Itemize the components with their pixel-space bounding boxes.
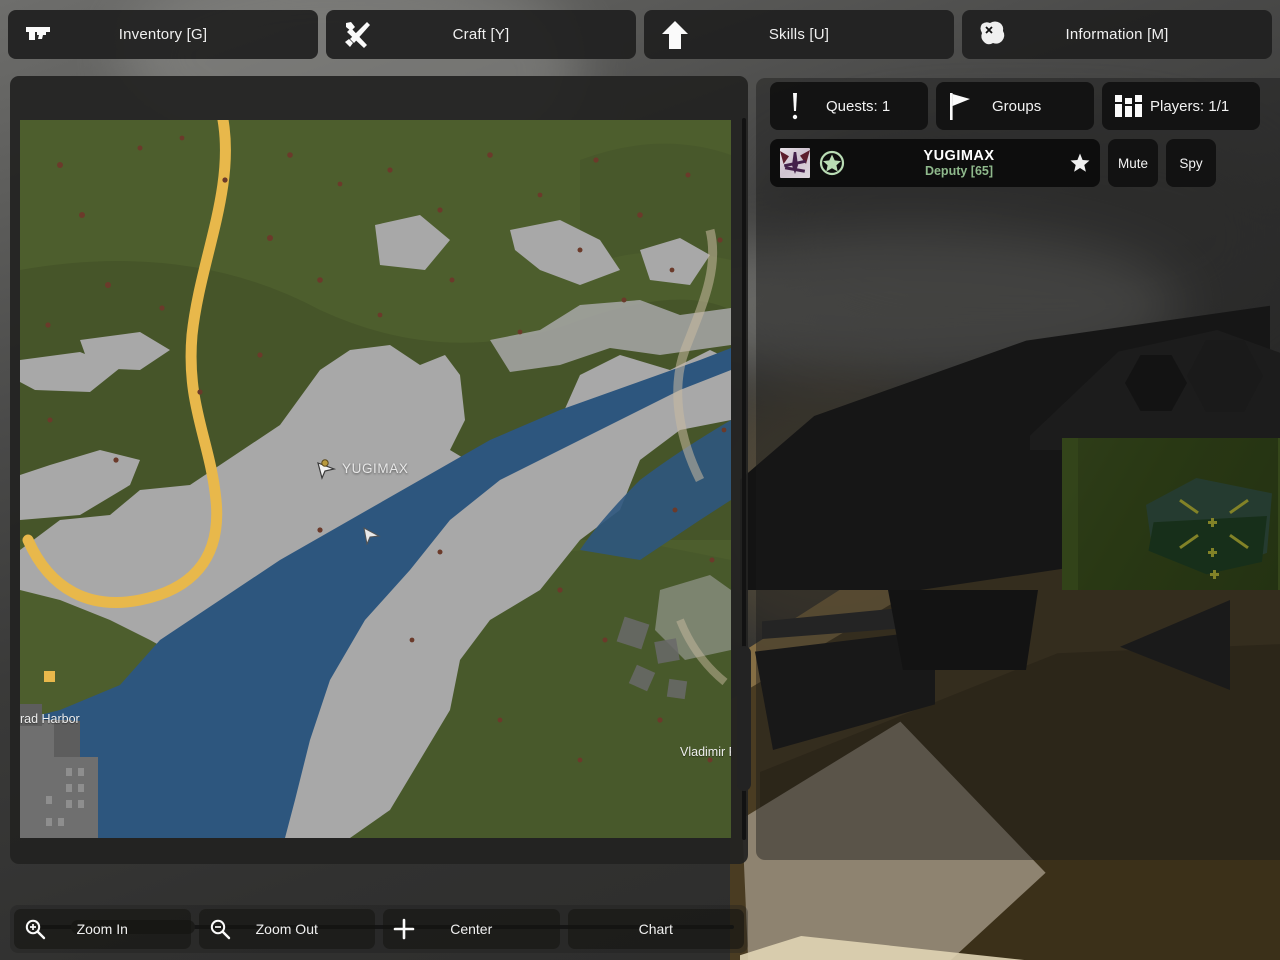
star-icon[interactable] [1068, 151, 1092, 175]
nav-button-craft[interactable]: Craft [Y] [326, 10, 636, 59]
groups-button[interactable]: Groups [936, 82, 1094, 130]
spy-button[interactable]: Spy [1166, 139, 1216, 187]
top-navigation-bar: Inventory [G] Craft [Y] Skills [U] Infor… [0, 0, 1280, 70]
quests-button[interactable]: Quests: 1 [770, 82, 928, 130]
zoom-in-icon [24, 918, 46, 940]
map-terrain [20, 120, 731, 838]
flag-icon [946, 91, 976, 121]
social-panel: Quests: 1 Groups Players: 1/1 YUGIMAX De… [756, 78, 1280, 860]
quests-label: Quests: 1 [826, 97, 891, 115]
exclamation-icon [780, 91, 810, 121]
map-panel: YUGIMAX grad Harbor Vladimir Fa [10, 76, 748, 934]
player-info: YUGIMAX Deputy [65] [846, 148, 1072, 178]
zoom-out-icon [209, 918, 231, 940]
scroll-icon [976, 18, 1010, 52]
map-viewport[interactable]: YUGIMAX grad Harbor Vladimir Fa [20, 120, 731, 838]
mute-button[interactable]: Mute [1108, 139, 1158, 187]
nav-button-information[interactable]: Information [M] [962, 10, 1272, 59]
map-vertical-scroll-thumb[interactable] [737, 646, 751, 791]
map-vertical-scrollbar[interactable] [737, 118, 751, 840]
zoom-out-button[interactable]: Zoom Out [198, 909, 375, 949]
map-secondary-marker[interactable] [361, 525, 381, 546]
map-toolbar: Zoom In Zoom Out Center Chart [10, 905, 748, 953]
map-player-marker[interactable] [315, 458, 337, 480]
nav-button-inventory[interactable]: Inventory [G] [8, 10, 318, 59]
zoom-in-button[interactable]: Zoom In [14, 909, 191, 949]
players-label: Players: 1/1 [1150, 97, 1230, 115]
spy-label: Spy [1179, 155, 1203, 171]
player-list-item[interactable]: YUGIMAX Deputy [65] [770, 139, 1100, 187]
people-icon [1114, 91, 1144, 121]
plus-icon [393, 918, 415, 940]
mute-label: Mute [1117, 155, 1148, 171]
groups-label: Groups [992, 97, 1042, 115]
star-circle-badge-icon [818, 149, 846, 177]
up-arrow-icon [658, 18, 692, 52]
player-list: YUGIMAX Deputy [65] Mute Spy [770, 139, 1216, 187]
nav-button-skills[interactable]: Skills [U] [644, 10, 954, 59]
game-screen: Inventory [G] Craft [Y] Skills [U] Infor… [0, 0, 1280, 960]
chart-label: Chart [638, 921, 673, 937]
status-chip-bar: Quests: 1 Groups Players: 1/1 [770, 82, 1260, 130]
player-name: YUGIMAX [923, 147, 995, 164]
map-player-name-label: YUGIMAX [342, 461, 409, 476]
player-rank: Deputy [65] [924, 164, 994, 179]
players-button[interactable]: Players: 1/1 [1102, 82, 1260, 130]
avatar [780, 148, 810, 178]
hammer-wrench-icon [340, 18, 374, 52]
pistol-icon [22, 18, 56, 52]
chart-button[interactable]: Chart [567, 909, 744, 949]
center-button[interactable]: Center [383, 909, 560, 949]
